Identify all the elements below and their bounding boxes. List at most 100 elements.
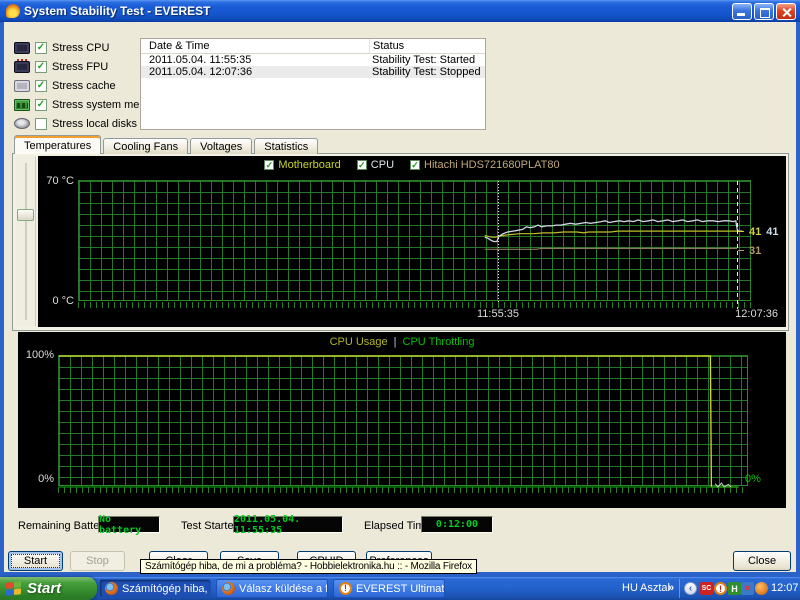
log-col-datetime[interactable]: Date & Time [141,40,369,52]
log-row[interactable]: 2011.05.04. 11:55:35 Stability Test: Sta… [141,54,485,66]
usage-axis-min-label: 0% [38,473,54,485]
log-row-datetime: 2011.05.04. 11:55:35 [149,54,252,66]
legend-hdd[interactable]: ✓ Hitachi HDS721680PLAT80 [410,159,560,171]
clock[interactable]: 12:07 [771,582,799,594]
time-axis-ticks [78,302,751,308]
test-start-marker [498,181,499,302]
stress-cpu-checkbox[interactable]: ✓ [35,41,47,54]
log-row-status: Stability Test: Started [372,54,476,66]
legend-cpu-label: CPU [370,159,395,171]
log-row-status: Stability Test: Stopped [372,66,481,78]
legend-motherboard-label: Motherboard [278,159,341,171]
task-label: Válasz küldése a fóru... [239,582,328,595]
minimize-button[interactable] [732,3,752,20]
close-button[interactable]: Close [733,551,791,571]
temp-axis-min-label: 0 °C [52,295,74,307]
network-offline-icon[interactable]: ✕ [741,582,754,595]
start-menu-button[interactable]: Start [0,577,97,600]
start-button[interactable]: Start [8,551,63,571]
screen: System Stability Test - EVEREST ✓ Stress… [0,0,800,600]
cpu-usage-chart-panel: CPU Usage | CPU Throttling 100% 0% 0% [18,332,786,508]
cache-icon [14,79,30,92]
window-frame-left [0,22,4,572]
event-log: Date & Time Status 2011.05.04. 11:55:35 … [140,38,486,130]
value-tick [738,231,744,232]
chart-zoom-slider [16,157,36,326]
antivirus-icon[interactable] [755,582,768,595]
throttling-current-value: 0% [745,473,761,485]
cpu-usage-title: CPU Usage [329,336,388,348]
toolbar-chevron[interactable]: » [668,582,674,594]
slider-thumb[interactable] [17,209,34,221]
stress-disks-checkbox[interactable] [35,117,47,130]
elapsed-time-value: 0:12:00 [421,516,493,533]
temperature-legend: ✓ Motherboard ✓ CPU ✓ Hitachi HDS721680P… [38,159,786,171]
stress-cpu-label: Stress CPU [52,41,110,54]
test-started-value: 2011.05.04. 11:55:35 [233,514,343,536]
window-title: System Stability Test - EVEREST [24,4,211,18]
usage-axis-ticks [58,487,748,493]
time-end-label: 12:07:36 [735,308,778,320]
temperature-series [484,219,743,250]
hdd-current-temp: 31 [749,245,762,257]
log-row-datetime: 2011.05.04. 12:07:36 [149,66,253,78]
log-header: Date & Time Status [141,38,485,54]
titlebar: System Stability Test - EVEREST [0,0,800,22]
legend-cpu-checkbox[interactable]: ✓ [356,160,367,170]
stress-fpu-checkbox[interactable]: ✓ [35,60,47,73]
temperature-chart-panel: ✓ Motherboard ✓ CPU ✓ Hitachi HDS721680P… [38,156,786,327]
tab-voltages[interactable]: Voltages [190,138,253,154]
security-center-icon[interactable]: SC [700,582,713,595]
app-flame-icon [6,4,20,18]
tray-separator [679,579,680,598]
usage-chart-title: CPU Usage | CPU Throttling [18,336,786,348]
everest-icon: ! [339,582,352,595]
legend-motherboard-checkbox[interactable]: ✓ [264,160,275,170]
window-frame-right [796,22,800,572]
taskbar-item-firefox-1[interactable]: Számítógép hiba, de ... [99,579,211,598]
firefox-icon [222,582,235,595]
value-tick [738,250,744,251]
usage-series [59,355,739,488]
legend-cpu[interactable]: ✓ CPU [356,159,395,171]
taskbar-item-firefox-2[interactable]: Válasz küldése a fóru... [216,579,328,598]
stress-cache-checkbox[interactable]: ✓ [35,79,47,92]
stress-fpu-label: Stress FPU [52,60,109,73]
cpu-icon [14,41,30,54]
firefox-tooltip: Számítógép hiba, de mi a probléma? - Hob… [140,559,477,574]
tab-cooling-fans[interactable]: Cooling Fans [103,138,189,154]
motherboard-current-temp: 41 [749,226,762,238]
task-label: EVEREST Ultimate Edi... [356,582,445,595]
firefox-icon [105,582,118,595]
start-label: Start [27,580,62,597]
legend-hdd-checkbox[interactable]: ✓ [410,160,421,170]
temp-current-values: 41 41 [738,226,779,238]
hdd-health-icon[interactable]: H [728,582,741,595]
cpu-current-temp: 41 [766,226,779,238]
legend-motherboard[interactable]: ✓ Motherboard [264,159,341,171]
hide-inactive-icons-icon[interactable]: ‹ [684,582,697,595]
log-col-status[interactable]: Status [369,38,485,54]
tab-temperatures[interactable]: Temperatures [14,135,102,154]
memory-icon [14,98,30,111]
taskbar-item-everest[interactable]: ! EVEREST Ultimate Edi... [333,579,445,598]
tab-statistics[interactable]: Statistics [254,138,319,154]
restore-button[interactable] [754,3,774,20]
desktop-toolbar-label[interactable]: Asztal [640,582,670,594]
time-start-label: 11:55:35 [476,308,519,320]
battery-value: No battery [98,514,160,536]
tab-strip: Temperatures Cooling Fans Voltages Stati… [14,135,320,154]
stress-memory-checkbox[interactable]: ✓ [35,98,47,111]
stop-button[interactable]: Stop [70,551,125,571]
task-label: Számítógép hiba, de ... [122,582,210,595]
temperature-plot-grid [78,180,751,309]
usage-plot-grid [58,355,748,488]
usage-axis-max-label: 100% [25,349,54,361]
legend-hdd-label: Hitachi HDS721680PLAT80 [424,159,560,171]
titlebar-close-button[interactable] [776,3,796,20]
disk-icon [14,118,30,129]
everest-tray-icon[interactable]: ! [714,582,727,595]
log-row[interactable]: 2011.05.04. 12:07:36 Stability Test: Sto… [141,66,485,78]
temp-axis-max-label: 70 °C [46,175,74,187]
language-indicator[interactable]: HU [622,582,638,594]
